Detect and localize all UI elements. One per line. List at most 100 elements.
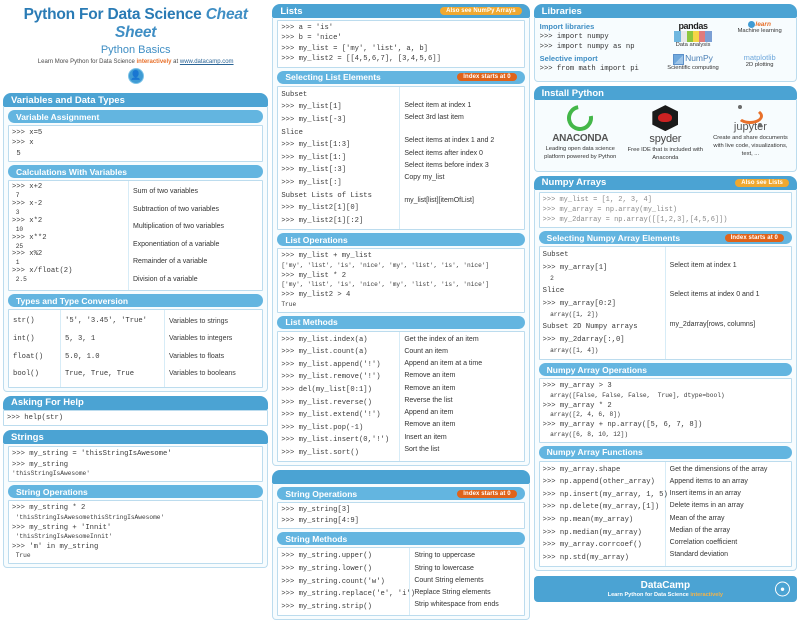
variable-assignment-code: >>> x=5 >>> x 5 <box>8 125 264 163</box>
code-line: >>> x+2 <box>12 183 43 192</box>
type-value: 5.0, 1.0 <box>65 352 100 361</box>
row-description: Sort the list <box>404 445 440 453</box>
code-line: >>> my_string.lower() <box>281 564 372 573</box>
row-description: Subtraction of two variables <box>133 205 219 213</box>
list-methods-desc-column: Get the index of an item Count an item A… <box>400 332 523 462</box>
code-line: >>> x=5 <box>12 129 43 137</box>
code-line: >>> my_list[-3] <box>281 115 347 124</box>
section-title: Strings <box>11 431 44 443</box>
types-desc-column: Variables to strings Variables to intege… <box>165 310 262 387</box>
code-output: array([1, 4]) <box>542 347 599 355</box>
code-line: >>> my_list2 > 4 <box>281 291 351 300</box>
libraries-logos: pandas Data analysis learn Machine learn… <box>662 21 791 74</box>
section-title: Install Python <box>541 87 604 99</box>
code-output: array([6, 8, 10, 12]) <box>542 430 629 438</box>
badge-also-see-lists[interactable]: Also see Lists <box>735 178 789 187</box>
type-function: bool() <box>13 370 39 379</box>
subsection-list-operations: List Operations <box>277 233 525 247</box>
row-description: Get the dimensions of the array <box>669 465 768 473</box>
code-line: >>> import numpy as np <box>539 43 635 52</box>
type-value: 5, 3, 1 <box>65 334 96 343</box>
subsection-title: List Methods <box>285 317 338 328</box>
code-line: >>> x%2 <box>12 250 43 259</box>
code-line: >>> np.delete(my_array,[1]) <box>542 503 660 512</box>
row-description: Mean of the array <box>669 514 725 522</box>
row-description: Variables to floats <box>169 352 225 360</box>
badge-index-starts-at-0: Index starts at 0 <box>457 489 517 498</box>
group-label: Subset <box>281 90 308 99</box>
section-title: Variables and Data Types <box>11 94 125 106</box>
anaconda-description: Leading open data science platform power… <box>544 146 617 160</box>
code-line: >>> my_list + my_list <box>281 252 372 261</box>
datacamp-logo-icon <box>127 68 144 84</box>
matplotlib-logo: matplotlib <box>743 53 776 63</box>
row-description: Remove an item <box>404 384 456 392</box>
lists-code-box: >>> a = 'is' >>> b = 'nice' >>> my_list … <box>277 20 525 68</box>
code-line: >>> my_array[1] <box>542 263 608 272</box>
help-code-box: >>> help(str) <box>3 409 269 427</box>
code-line: >>> my_list[1] <box>281 103 342 112</box>
code-output: 'thisStringIsAwesomeInnit' <box>12 533 113 541</box>
code-line: >>> my_list[1:] <box>281 153 347 162</box>
selecting-numpy-desc-column: Select item at index 1 Select items at i… <box>666 247 791 359</box>
section-title: Lists <box>280 5 303 17</box>
code-line: >>> my_string * 2 <box>12 504 86 513</box>
code-line: >>> my_array.corrcoef() <box>542 541 642 550</box>
type-value: '5', '3.45', 'True' <box>65 317 147 326</box>
code-line: >>> import numpy <box>539 33 609 42</box>
code-line: >>> my_string[4:9] <box>281 516 359 525</box>
subsection-title: Calculations With Variables <box>16 166 127 177</box>
badge-also-see-numpy-arrays[interactable]: Also see NumPy Arrays <box>440 7 522 15</box>
selecting-numpy-table: Subset >>> my_array[1] 2 Slice >>> my_ar… <box>538 246 792 361</box>
lists-section-body: >>> a = 'is' >>> b = 'nice' >>> my_list … <box>272 18 530 467</box>
code-line: >>> x/float(2) <box>12 267 73 276</box>
types-function-column: str() int() float() bool() <box>9 310 61 387</box>
import-libraries-label: Import libraries <box>539 22 595 31</box>
code-output: 10 <box>12 225 24 233</box>
code-line: >>> my_string <box>12 460 69 469</box>
code-line: >>> b = 'nice' <box>281 34 342 43</box>
subsection-list-methods: List Methods <box>277 315 525 329</box>
cheat-sheet-page: Python For Data Science Cheat Sheet Pyth… <box>0 0 800 620</box>
row-description: String to lowercase <box>414 564 474 572</box>
page-subtitle: Python Basics <box>100 44 171 56</box>
section-strings-mid <box>272 470 530 485</box>
type-function: float() <box>13 352 44 361</box>
variables-section-body: Variable Assignment >>> x=5 >>> x 5 Calc… <box>3 107 269 392</box>
numpy-functions-table: >>> my_array.shape >>> np.append(other_a… <box>538 460 792 568</box>
code-line: >>> my_array.shape <box>542 465 621 474</box>
types-table: str() int() float() bool() '5', '3.45', … <box>8 309 264 388</box>
column-left: Python For Data Science Cheat Sheet Pyth… <box>3 2 269 569</box>
subsection-string-operations-mid: String Operations Index starts at 0 <box>277 487 525 501</box>
numpy-logo-cell: NumPy Scientific computing <box>662 53 725 74</box>
row-description: Select item at index 1 <box>669 262 737 270</box>
section-numpy-arrays: Numpy Arrays Also see Lists <box>533 175 797 190</box>
code-output: ['my', 'list', 'is', 'nice', 'my', 'list… <box>281 261 490 269</box>
section-variables-and-data-types: Variables and Data Types <box>3 93 269 107</box>
section-asking-for-help: Asking For Help <box>3 395 269 410</box>
row-description: Variables to booleans <box>169 369 236 377</box>
jupyter-cell: jupyter Create and share documents with … <box>709 105 792 163</box>
subsection-title: String Operations <box>285 488 358 499</box>
row-description: Insert items in an array <box>669 490 741 498</box>
row-description: Select items after index 0 <box>404 149 483 157</box>
footer: DataCamp Learn Python for Data Science i… <box>533 576 797 602</box>
list-operations-code: >>> my_list + my_list ['my', 'list', 'is… <box>277 248 525 313</box>
code-line: >>> my_array[0:2] <box>542 299 616 308</box>
code-output: 'thisStringIsAwesome' <box>12 470 90 478</box>
code-line: >>> from math import pi <box>539 64 639 73</box>
subsection-numpy-array-operations: Numpy Array Operations <box>538 363 792 377</box>
row-description: Remove an item <box>404 421 456 429</box>
group-label: Subset 2D Numpy arrays <box>542 323 638 332</box>
row-description: Correlation coefficient <box>669 539 738 547</box>
section-title: Numpy Arrays <box>541 177 607 189</box>
subsection-numpy-array-functions: Numpy Array Functions <box>538 445 792 459</box>
datacamp-link[interactable]: www.datacamp.com <box>180 59 234 65</box>
column-middle: Lists Also see NumPy Arrays >>> a = 'is'… <box>272 2 530 620</box>
row-description: Append an item <box>404 409 454 417</box>
code-line: >>> a = 'is' <box>281 24 334 32</box>
string-operations-mid-code: >>> my_string[3] >>> my_string[4:9] <box>277 502 525 530</box>
logo-caption: Machine learning <box>737 28 782 35</box>
type-value: True, True, True <box>65 370 135 379</box>
code-output: 'thisStringIsAwesomethisStringIsAwesome' <box>12 513 165 521</box>
